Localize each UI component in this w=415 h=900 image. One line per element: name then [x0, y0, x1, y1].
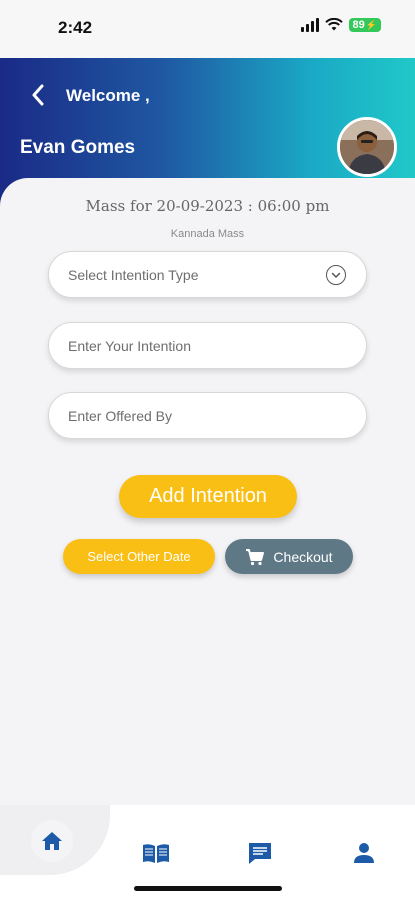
offered-by-input[interactable]: Enter Offered By	[48, 392, 367, 439]
intention-type-select[interactable]: Select Intention Type	[48, 251, 367, 298]
status-icons: 89 ⚡	[300, 18, 381, 32]
nav-home[interactable]	[31, 820, 73, 862]
signal-icon	[300, 18, 319, 32]
avatar[interactable]	[337, 117, 397, 177]
select-other-date-button[interactable]: Select Other Date	[63, 539, 215, 574]
profile-icon	[354, 843, 374, 863]
mass-title: Mass for 20-09-2023 : 06:00 pm	[85, 197, 330, 215]
checkout-button[interactable]: Checkout	[225, 539, 353, 574]
battery-level: 89	[352, 19, 365, 31]
screen: 2:42 89 ⚡ Welcome , Evan Gomes Mass for …	[0, 0, 415, 900]
home-indicator	[134, 886, 282, 891]
home-icon	[42, 832, 62, 850]
book-icon	[143, 844, 169, 863]
nav-book[interactable]	[136, 833, 176, 873]
add-intention-button[interactable]: Add Intention	[119, 475, 297, 518]
battery-icon: 89 ⚡	[348, 18, 381, 32]
welcome-text: Welcome ,	[66, 86, 150, 105]
status-bar: 2:42 89 ⚡	[0, 0, 415, 58]
chat-icon	[249, 843, 271, 864]
intention-input[interactable]: Enter Your Intention	[48, 322, 367, 369]
chevron-left-icon	[32, 84, 44, 106]
cart-icon	[246, 548, 265, 565]
back-button[interactable]	[26, 82, 50, 108]
status-time: 2:42	[58, 18, 93, 37]
nav-profile[interactable]	[344, 833, 384, 873]
intention-placeholder: Enter Your Intention	[68, 337, 191, 354]
intention-type-placeholder: Select Intention Type	[68, 266, 199, 283]
chevron-down-icon	[326, 265, 346, 285]
nav-chat[interactable]	[240, 833, 280, 873]
wifi-icon	[324, 18, 343, 31]
mass-subtitle: Kannada Mass	[170, 228, 245, 240]
user-name: Evan Gomes	[20, 137, 136, 158]
checkout-label: Checkout	[273, 548, 333, 565]
avatar-photo	[340, 120, 394, 174]
offered-by-placeholder: Enter Offered By	[68, 407, 173, 424]
